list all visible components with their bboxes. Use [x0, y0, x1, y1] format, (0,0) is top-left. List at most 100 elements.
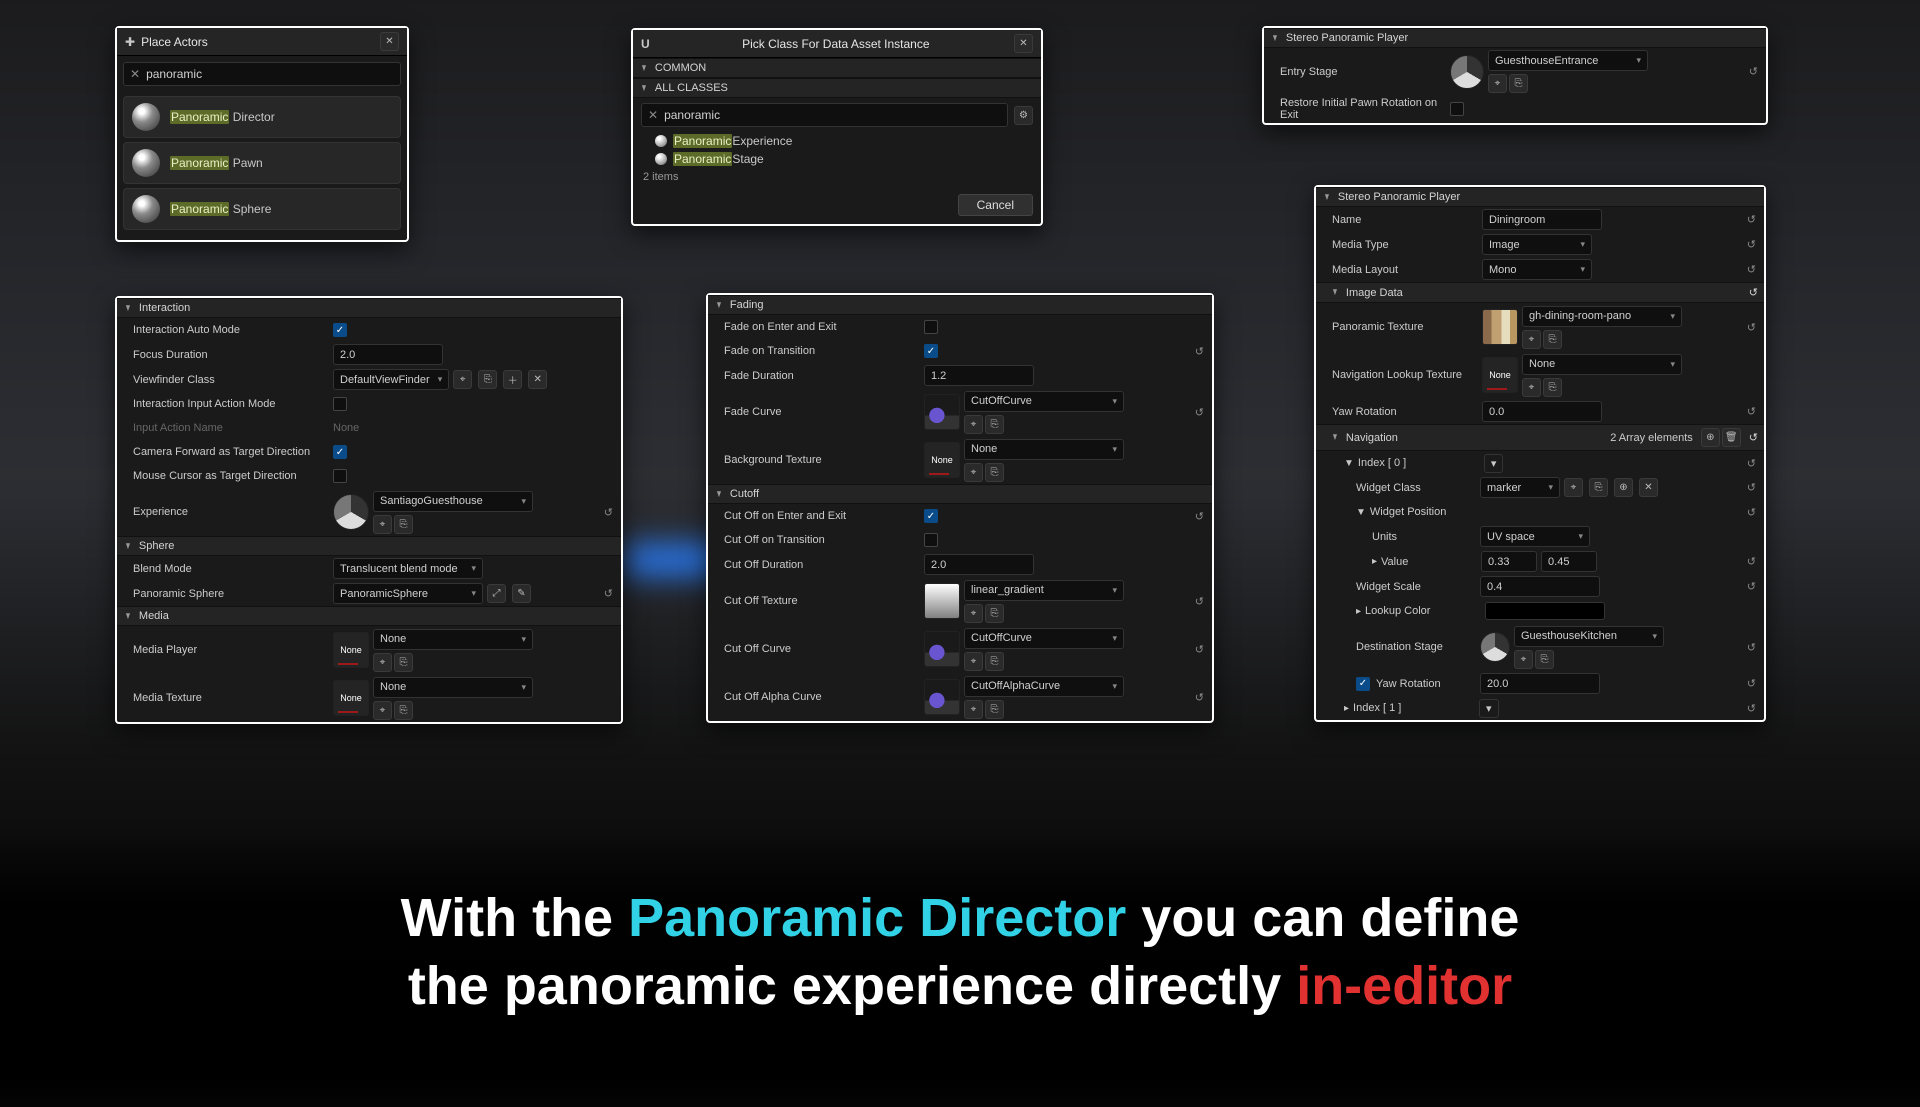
entry-stage-thumb[interactable] [1450, 55, 1484, 89]
class-result-stage[interactable]: PanoramicStage [633, 150, 1041, 168]
reset-icon[interactable]: ↺ [1747, 506, 1756, 519]
use-selected-icon[interactable]: ⎘ [1589, 478, 1608, 497]
bg-texture-dropdown[interactable]: None▾ [964, 439, 1124, 460]
use-selected-icon[interactable]: ⎘ [1535, 650, 1554, 669]
class-search-input[interactable] [664, 108, 1001, 122]
media-texture-dropdown[interactable]: None▾ [373, 677, 533, 698]
yaw2-checkbox[interactable]: ✓ [1356, 677, 1370, 691]
dest-stage-thumb[interactable] [1480, 632, 1510, 662]
dest-stage-dropdown[interactable]: GuesthouseKitchen▾ [1514, 626, 1664, 647]
actor-item-pawn[interactable]: Panoramic Pawn [123, 142, 401, 184]
reset-icon[interactable]: ↺ [1747, 213, 1756, 226]
browse-icon[interactable]: ⤢ [487, 584, 506, 603]
blend-mode-dropdown[interactable]: Translucent blend mode▾ [333, 558, 483, 579]
use-selected-icon[interactable]: ⎘ [985, 652, 1004, 671]
actor-item-sphere[interactable]: Panoramic Sphere [123, 188, 401, 230]
reset-icon[interactable]: ↺ [604, 587, 613, 600]
browse-icon[interactable]: ⌖ [964, 415, 983, 434]
reset-icon[interactable]: ↺ [1195, 691, 1204, 704]
section-all-classes[interactable]: ▼ALL CLASSES [633, 78, 1041, 98]
value-label[interactable]: Value [1381, 556, 1481, 568]
widget-position-label[interactable]: Widget Position [1370, 506, 1490, 518]
fade-enter-exit-checkbox[interactable] [924, 320, 938, 334]
close-icon[interactable]: ✕ [1014, 34, 1033, 53]
add-icon[interactable]: ⊕ [1614, 478, 1633, 497]
browse-icon[interactable]: ⌖ [1514, 650, 1533, 669]
media-player-dropdown[interactable]: None▾ [373, 629, 533, 650]
section-sphere[interactable]: ▼Sphere [117, 536, 621, 556]
browse-icon[interactable]: ⌖ [964, 604, 983, 623]
browse-icon[interactable]: ⌖ [964, 652, 983, 671]
lookup-color-swatch[interactable] [1485, 602, 1605, 620]
cutoff-texture-thumb[interactable] [924, 583, 960, 619]
browse-icon[interactable]: ⌖ [1488, 74, 1507, 93]
clear-icon[interactable]: ✕ [1639, 478, 1658, 497]
reset-icon[interactable]: ↺ [1195, 595, 1204, 608]
lookup-color-label[interactable]: Lookup Color [1365, 605, 1485, 617]
reset-icon[interactable]: ↺ [604, 506, 613, 519]
pano-texture-thumb[interactable] [1482, 309, 1518, 345]
index1-dropdown[interactable]: ▾ [1479, 699, 1499, 718]
experience-thumb[interactable] [333, 494, 369, 530]
delete-element-icon[interactable]: 🗑 [1722, 428, 1741, 447]
cutoff-enter-exit-checkbox[interactable]: ✓ [924, 509, 938, 523]
use-selected-icon[interactable]: ⎘ [394, 515, 413, 534]
browse-icon[interactable]: ⌖ [373, 701, 392, 720]
use-selected-icon[interactable]: ⎘ [394, 701, 413, 720]
viewfinder-dropdown[interactable]: DefaultViewFinder▾ [333, 369, 449, 390]
reset-icon[interactable]: ↺ [1195, 643, 1204, 656]
reset-icon[interactable]: ↺ [1747, 481, 1756, 494]
add-element-icon[interactable]: ⊕ [1701, 428, 1720, 447]
reset-icon[interactable]: ↺ [1747, 238, 1756, 251]
media-texture-thumb[interactable]: None [333, 680, 369, 716]
clear-icon[interactable]: ✕ [528, 370, 547, 389]
reset-icon[interactable]: ↺ [1747, 702, 1756, 715]
use-selected-icon[interactable]: ⎘ [394, 653, 413, 672]
browse-icon[interactable]: ⌖ [1564, 478, 1583, 497]
yaw-input[interactable] [1482, 401, 1602, 422]
clear-search-icon[interactable]: ✕ [648, 108, 658, 122]
mouse-cursor-checkbox[interactable] [333, 469, 347, 483]
section-interaction[interactable]: ▼Interaction [117, 298, 621, 318]
camera-fwd-checkbox[interactable]: ✓ [333, 445, 347, 459]
pano-texture-dropdown[interactable]: gh-dining-room-pano▾ [1522, 306, 1682, 327]
media-type-dropdown[interactable]: Image▾ [1482, 234, 1592, 255]
use-selected-icon[interactable]: ⎘ [478, 370, 497, 389]
name-input[interactable] [1482, 209, 1602, 230]
panoramic-sphere-dropdown[interactable]: PanoramicSphere▾ [333, 583, 483, 604]
section-navigation[interactable]: ▼Navigation2 Array elements⊕🗑↺ [1316, 424, 1764, 451]
class-picker-search[interactable]: ✕ [641, 103, 1008, 127]
reset-icon[interactable]: ↺ [1747, 321, 1756, 334]
browse-icon[interactable]: ⌖ [373, 515, 392, 534]
section-image-data[interactable]: ▼Image Data↺ [1316, 282, 1764, 303]
edit-icon[interactable]: ✎ [512, 584, 531, 603]
reset-icon[interactable]: ↺ [1747, 580, 1756, 593]
actor-item-director[interactable]: Panoramic Director [123, 96, 401, 138]
use-selected-icon[interactable]: ⎘ [985, 700, 1004, 719]
index0-dropdown[interactable]: ▾ [1484, 454, 1504, 473]
close-icon[interactable]: ✕ [380, 32, 399, 51]
reset-icon[interactable]: ↺ [1195, 510, 1204, 523]
nav-lookup-dropdown[interactable]: None▾ [1522, 354, 1682, 375]
cutoff-alpha-dropdown[interactable]: CutOffAlphaCurve▾ [964, 676, 1124, 697]
reset-icon[interactable]: ↺ [1749, 65, 1758, 78]
entry-stage-dropdown[interactable]: GuesthouseEntrance▾ [1488, 50, 1648, 71]
interaction-auto-checkbox[interactable]: ✓ [333, 323, 347, 337]
use-selected-icon[interactable]: ⎘ [1543, 330, 1562, 349]
browse-icon[interactable]: ⌖ [1522, 378, 1541, 397]
restore-rotation-checkbox[interactable] [1450, 102, 1464, 116]
browse-icon[interactable]: ⌖ [964, 700, 983, 719]
cancel-button[interactable]: Cancel [958, 194, 1033, 216]
reset-icon[interactable]: ↺ [1747, 677, 1756, 690]
reset-icon[interactable]: ↺ [1747, 405, 1756, 418]
section-cutoff[interactable]: ▼Cutoff [708, 484, 1212, 504]
reset-icon[interactable]: ↺ [1195, 345, 1204, 358]
widget-class-dropdown[interactable]: marker▾ [1480, 477, 1560, 498]
add-icon[interactable]: ＋ [503, 370, 522, 389]
settings-gear-icon[interactable]: ⚙ [1014, 106, 1033, 125]
section-fading[interactable]: ▼Fading [708, 295, 1212, 315]
use-selected-icon[interactable]: ⎘ [985, 604, 1004, 623]
bg-texture-thumb[interactable]: None [924, 442, 960, 478]
cutoff-texture-dropdown[interactable]: linear_gradient▾ [964, 580, 1124, 601]
cutoff-curve-thumb[interactable] [924, 631, 960, 667]
